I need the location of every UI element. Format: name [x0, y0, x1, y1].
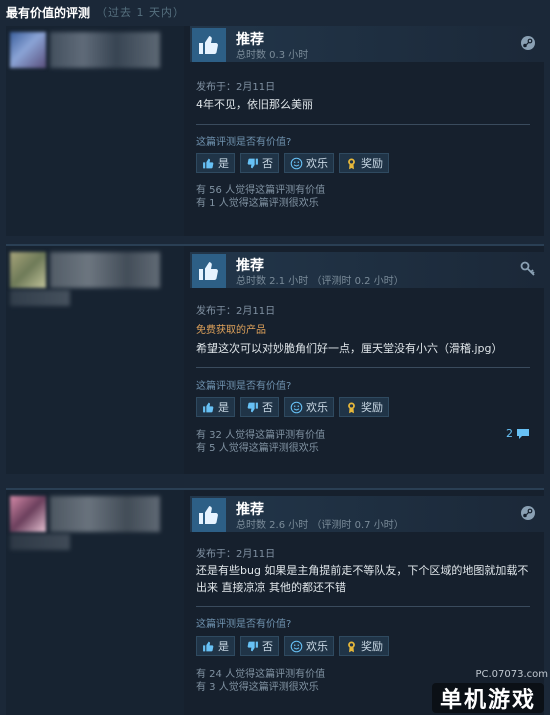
award-button[interactable]: 奖励: [339, 397, 389, 417]
section-subtitle: （过去 1 天内）: [96, 6, 186, 19]
helpful-question: 这篇评测是否有价值?: [196, 137, 292, 148]
section-title: 最有价值的评测: [6, 5, 91, 20]
vote-no-button[interactable]: 否: [240, 397, 279, 417]
watermark-url: PC.07073.com: [475, 669, 548, 680]
vote-funny-label: 欢乐: [306, 401, 328, 414]
steam-icon: [520, 35, 536, 51]
posted-date: 发布于：2月11日: [196, 549, 276, 560]
helpful-question: 这篇评测是否有价值?: [196, 619, 292, 630]
vote-funny-button[interactable]: 欢乐: [284, 636, 334, 656]
vote-yes-label: 是: [218, 157, 229, 170]
steam-icon: [520, 505, 536, 521]
helpful-count: 有 32 人觉得这篇评测有价值: [196, 430, 326, 441]
reviewer-panel[interactable]: [6, 490, 184, 715]
vote-yes-button[interactable]: 是: [196, 397, 235, 417]
thumbs-down-icon: [247, 158, 258, 168]
free-product-label: 免费获取的产品: [196, 325, 266, 336]
section-header: 最有价值的评测 （过去 1 天内）: [6, 3, 185, 21]
funny-count: 有 5 人觉得这篇评测很欢乐: [196, 443, 319, 454]
vote-funny-button[interactable]: 欢乐: [284, 397, 334, 417]
vote-header[interactable]: 推荐 总时数 2.1 小时 （评测时 0.2 小时）: [190, 252, 544, 288]
reviewer-name-blurred[interactable]: [50, 252, 160, 288]
hours-played: 总时数 0.3 小时: [236, 50, 309, 61]
divider: [196, 606, 530, 607]
award-icon: [348, 640, 355, 652]
posted-date: 发布于：2月11日: [196, 306, 276, 317]
watermark-logo: 单机游戏: [431, 683, 544, 713]
vote-header[interactable]: 推荐 总时数 0.3 小时: [190, 26, 544, 62]
reviewer-panel[interactable]: [6, 246, 184, 474]
reviewer-name-blurred[interactable]: [50, 496, 160, 532]
thumbs-up-icon: [203, 158, 214, 168]
thumbs-down-icon: [247, 641, 258, 651]
comment-icon: [517, 428, 529, 439]
vote-no-label: 否: [262, 401, 273, 414]
vote-yes-label: 是: [218, 640, 229, 653]
divider: [196, 367, 530, 368]
vote-no-button[interactable]: 否: [240, 153, 279, 173]
award-button[interactable]: 奖励: [339, 153, 389, 173]
thumbs-up-icon: [203, 402, 214, 412]
reviewer-name-blurred[interactable]: [50, 32, 160, 68]
reviewer-panel[interactable]: [6, 26, 184, 236]
hours-played: 总时数 2.6 小时 （评测时 0.7 小时）: [236, 520, 404, 531]
award-icon: [348, 401, 355, 413]
divider: [196, 124, 530, 125]
thumbs-up-icon: [192, 254, 226, 288]
thumbs-up-icon: [192, 498, 226, 532]
hours-played: 总时数 2.1 小时 （评测时 0.2 小时）: [236, 276, 404, 287]
vote-yes-label: 是: [218, 401, 229, 414]
vote-funny-label: 欢乐: [306, 640, 328, 653]
vote-header[interactable]: 推荐 总时数 2.6 小时 （评测时 0.7 小时）: [190, 496, 544, 532]
review-text: 4年不见，依旧那么美丽: [196, 98, 313, 111]
avatar[interactable]: [10, 32, 46, 68]
posted-date: 发布于：2月11日: [196, 82, 276, 93]
reviewer-status-blurred: [10, 534, 70, 550]
funny-count: 有 1 人觉得这篇评测很欢乐: [196, 198, 319, 209]
avatar[interactable]: [10, 252, 46, 288]
reviewer-status-blurred: [10, 290, 70, 306]
vote-yes-button[interactable]: 是: [196, 153, 235, 173]
smiley-icon: [290, 157, 303, 169]
award-label: 奖励: [361, 401, 383, 414]
smiley-icon: [290, 401, 303, 413]
review-text: 还是有些bug 如果是主角提前走不等队友，下个区域的地图就加载不出来 直接凉凉 …: [196, 564, 529, 594]
comments-link[interactable]: 2: [506, 427, 530, 440]
vote-funny-button[interactable]: 欢乐: [284, 153, 334, 173]
thumbs-down-icon: [247, 402, 258, 412]
award-icon: [348, 157, 355, 169]
review-card: 推荐 总时数 2.1 小时 （评测时 0.2 小时） 发布于：2月11日 免费获…: [6, 246, 544, 474]
helpful-count: 有 56 人觉得这篇评测有价值: [196, 185, 326, 196]
smiley-icon: [290, 640, 303, 652]
avatar[interactable]: [10, 496, 46, 532]
vote-funny-label: 欢乐: [306, 157, 328, 170]
vote-no-label: 否: [262, 640, 273, 653]
award-button[interactable]: 奖励: [339, 636, 389, 656]
vote-no-button[interactable]: 否: [240, 636, 279, 656]
helpful-question: 这篇评测是否有价值?: [196, 381, 292, 392]
helpful-count: 有 24 人觉得这篇评测有价值: [196, 669, 326, 680]
thumbs-up-icon: [203, 641, 214, 651]
vote-no-label: 否: [262, 157, 273, 170]
thumbs-up-icon: [192, 28, 226, 62]
key-icon: [520, 261, 536, 277]
comment-count: 2: [506, 427, 513, 440]
award-label: 奖励: [361, 640, 383, 653]
review-card: 推荐 总时数 0.3 小时 发布于：2月11日 4年不见，依旧那么美丽 这篇评测…: [6, 26, 544, 236]
review-text: 希望这次可以对妙脆角们好一点，厘天堂没有小六（滑稽.jpg）: [196, 342, 503, 355]
vote-yes-button[interactable]: 是: [196, 636, 235, 656]
award-label: 奖励: [361, 157, 383, 170]
funny-count: 有 3 人觉得这篇评测很欢乐: [196, 682, 319, 693]
